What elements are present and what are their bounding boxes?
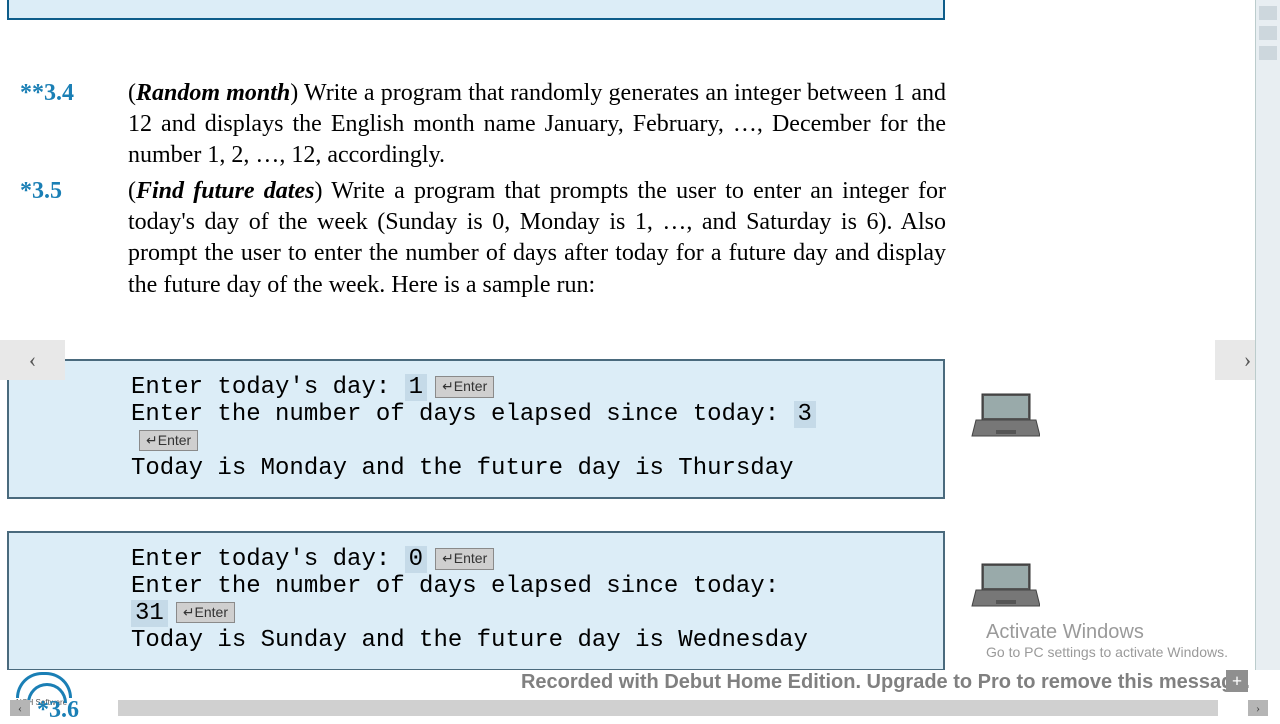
user-input: 1: [405, 374, 427, 401]
console-sample-2: Enter today's day: 0 ↵Enter Enter the num…: [7, 531, 945, 671]
top-empty-box: [7, 0, 945, 20]
enter-key-icon: ↵Enter: [176, 602, 235, 624]
chevron-right-icon: ›: [1256, 701, 1260, 716]
console-line: Enter today's day: 1 ↵Enter: [131, 375, 821, 402]
laptop-icon: [970, 560, 1040, 610]
page-root: **3.4 (Random month) Write a program tha…: [0, 0, 1280, 720]
watermark-subtitle: Go to PC settings to activate Windows.: [986, 644, 1228, 660]
timeline-next-button[interactable]: ›: [1248, 700, 1268, 716]
console-line: Enter the number of days elapsed since t…: [131, 402, 821, 456]
console-sample-1: Enter today's day: 1 ↵Enter Enter the num…: [7, 359, 945, 499]
plus-icon: +: [1232, 671, 1242, 692]
prompt-text: Enter the number of days elapsed since t…: [131, 573, 779, 600]
user-input: 3: [794, 401, 816, 428]
chevron-left-icon: ‹: [18, 701, 22, 716]
right-sidebar-strip: [1255, 0, 1280, 720]
prompt-text: Enter the number of days elapsed since t…: [131, 401, 794, 428]
user-input: 31: [131, 600, 168, 627]
enter-key-icon: ↵Enter: [435, 376, 494, 398]
prev-page-button[interactable]: ‹: [0, 340, 65, 380]
exercise-body: (Find future dates) Write a program that…: [128, 176, 946, 301]
user-input: 0: [405, 546, 427, 573]
console-line: Today is Sunday and the future day is We…: [131, 628, 821, 655]
timeline-scrub[interactable]: [118, 700, 1218, 716]
bottom-bar: NCH Software Recorded with Debut Home Ed…: [0, 670, 1280, 720]
windows-activation-watermark: Activate Windows Go to PC settings to ac…: [986, 621, 1228, 660]
laptop-icon: [970, 390, 1040, 440]
sidebar-blip: [1259, 46, 1277, 60]
chevron-right-icon: ›: [1244, 347, 1251, 373]
enter-key-icon: ↵Enter: [435, 548, 494, 570]
chevron-left-icon: ‹: [29, 347, 36, 373]
add-button[interactable]: +: [1226, 670, 1248, 692]
exercise-title: Random month: [136, 80, 290, 106]
exercise-title: Find future dates: [136, 178, 314, 204]
console-line: Enter the number of days elapsed since t…: [131, 574, 821, 628]
prompt-text: Enter today's day:: [131, 374, 405, 401]
sidebar-blip: [1259, 6, 1277, 20]
console-line: Enter today's day: 0 ↵Enter: [131, 547, 821, 574]
prompt-text: Enter today's day:: [131, 546, 405, 573]
timeline-prev-button[interactable]: ‹: [10, 700, 30, 716]
debut-watermark: Recorded with Debut Home Edition. Upgrad…: [521, 671, 1250, 694]
console-line: Today is Monday and the future day is Th…: [131, 456, 821, 483]
exercise-body: (Random month) Write a program that rand…: [128, 78, 946, 172]
sidebar-blip: [1259, 26, 1277, 40]
exercise-number: **3.4: [20, 78, 74, 109]
watermark-title: Activate Windows: [986, 621, 1228, 644]
exercise-number: *3.5: [20, 176, 62, 207]
enter-key-icon: ↵Enter: [139, 430, 198, 452]
